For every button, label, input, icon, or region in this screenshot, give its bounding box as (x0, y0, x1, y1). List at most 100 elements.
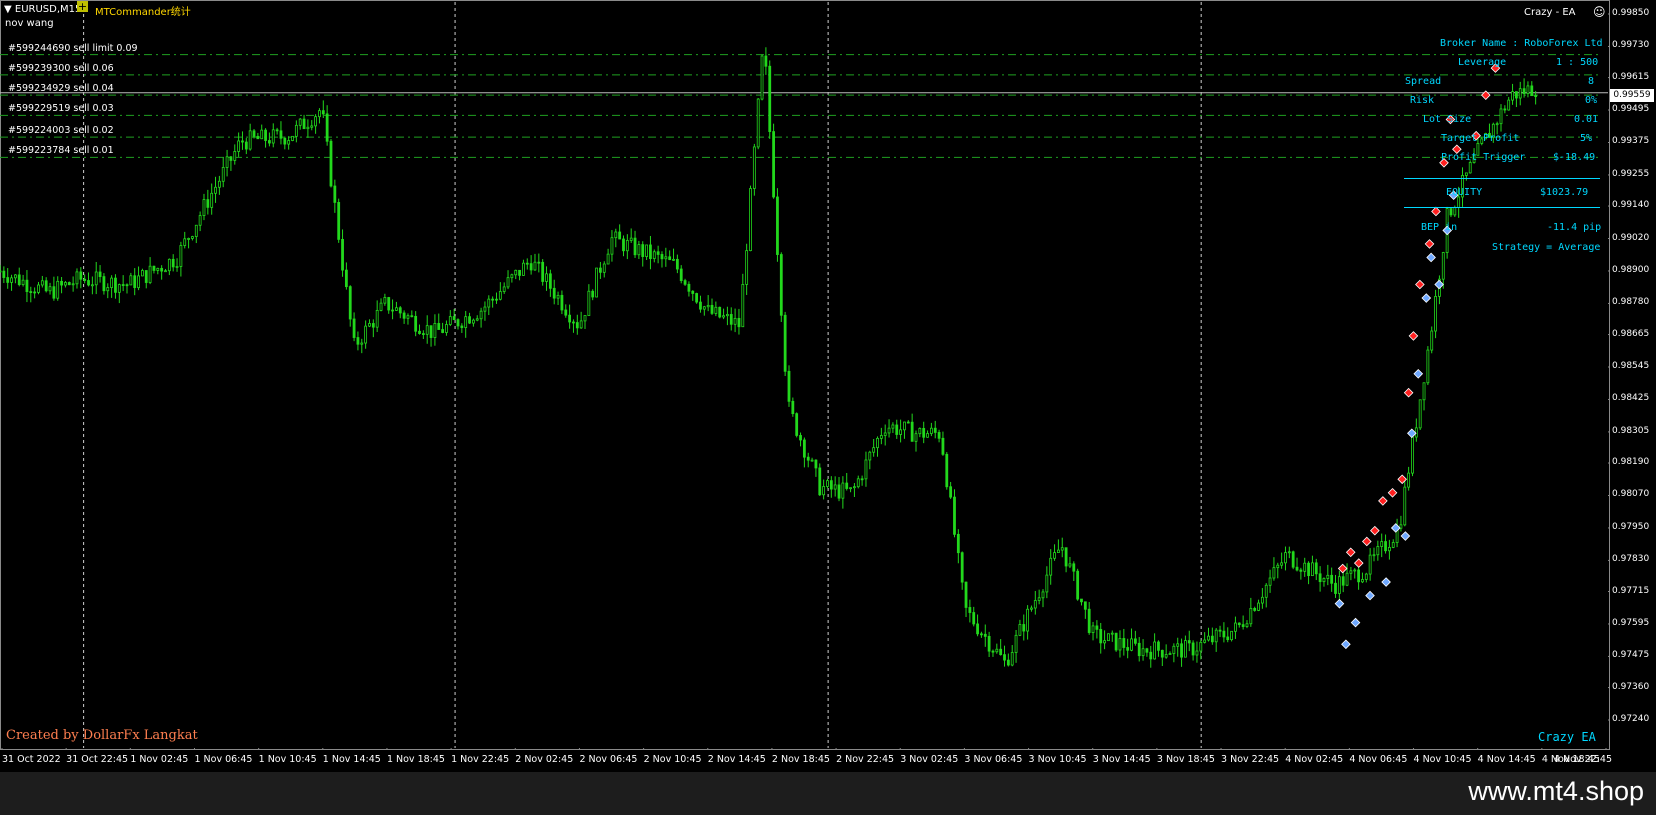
candle-body (1014, 634, 1018, 653)
candle-body (1168, 653, 1172, 655)
candle-body (675, 258, 679, 270)
candle-body (768, 65, 772, 132)
candle-body (887, 427, 891, 434)
candle-body (1284, 552, 1287, 564)
candle-body (40, 280, 44, 286)
candle-body (668, 256, 672, 261)
candle-body (1080, 598, 1083, 603)
candle-body (722, 315, 725, 318)
candle-body (244, 141, 248, 150)
candle-body (783, 314, 787, 372)
price-tick-label: 0.99375 (1612, 136, 1650, 147)
candle-body (252, 130, 256, 137)
candle-body (1072, 563, 1076, 572)
candle-body (510, 274, 514, 279)
candle-body (429, 325, 433, 338)
candle-body (1303, 562, 1307, 572)
candle-body (1141, 648, 1145, 657)
candle-body (29, 291, 33, 293)
candle-body (953, 496, 956, 535)
candle-body (1349, 570, 1353, 574)
candle-body (575, 322, 579, 329)
candle-body (1118, 638, 1122, 651)
candle-body (691, 290, 695, 294)
candle-body (1287, 551, 1291, 554)
candle-body (545, 273, 548, 282)
candle-body (1160, 649, 1164, 658)
candle-body (17, 274, 21, 286)
candle-body (167, 258, 171, 272)
sell-marker (1387, 487, 1398, 498)
candle-body (179, 245, 183, 267)
candle-body (922, 428, 926, 438)
candle-body (1049, 557, 1053, 576)
candle-body (960, 552, 964, 583)
candle-body (883, 432, 887, 436)
candle-body (826, 480, 829, 487)
candle-body (853, 486, 856, 489)
candle-body (402, 312, 406, 319)
candle-body (187, 238, 190, 240)
candle-body (1037, 597, 1041, 601)
candle-body (810, 459, 814, 462)
candle-body (564, 309, 568, 316)
lot-size-label: Lot Size (1423, 114, 1472, 125)
price-chart[interactable] (0, 0, 1610, 750)
candle-body (171, 258, 175, 268)
candle-body (383, 297, 387, 304)
candle-body (518, 269, 521, 276)
candle-body (1511, 91, 1514, 101)
candle-body (364, 325, 368, 344)
buy-marker (1341, 639, 1351, 650)
candle-body (1507, 99, 1511, 111)
candle-body (1376, 546, 1380, 556)
buy-marker (1350, 617, 1361, 628)
candle-body (541, 261, 545, 282)
sell-marker (1370, 525, 1380, 536)
target-profit-label: Target Profit (1441, 133, 1520, 144)
ea-watermark: Crazy EA (1538, 730, 1596, 744)
candle-body (1411, 436, 1414, 474)
candle-body (433, 323, 437, 338)
price-tick-label: 0.97950 (1612, 521, 1650, 532)
time-tick-label: 31 Oct 22:45 (66, 754, 129, 765)
candle-body (1353, 569, 1357, 572)
candle-body (175, 266, 179, 268)
candle-body (194, 224, 198, 237)
time-tick-label: 3 Nov 14:45 (1092, 754, 1151, 765)
candle-body (756, 98, 760, 148)
candle-body (1214, 629, 1218, 643)
candle-body (868, 451, 872, 461)
candle-body (1184, 640, 1187, 658)
candle-body (1345, 572, 1349, 586)
candle-body (679, 268, 683, 281)
candle-body (710, 304, 714, 314)
plus-icon[interactable]: + (77, 1, 88, 12)
candle-body (48, 286, 52, 292)
chart-window[interactable]: ▼ EURUSD,M15 + MTCommander统计 nov wang Cr… (0, 0, 1656, 772)
candle-body (375, 309, 379, 328)
candle-body (899, 429, 903, 435)
candle-body (191, 236, 194, 239)
buy-marker (1390, 523, 1401, 533)
candle-body (71, 283, 75, 286)
candle-body (1245, 623, 1249, 627)
equity-label: EQUITY (1446, 187, 1483, 198)
candle-body (25, 279, 29, 292)
candle-body (214, 186, 217, 194)
candle-body (310, 125, 314, 128)
candle-body (137, 275, 140, 289)
candle-body (1126, 647, 1130, 651)
candle-body (1299, 569, 1303, 572)
candle-body (1041, 591, 1045, 599)
price-tick-label: 0.97240 (1612, 714, 1650, 724)
candle-body (1149, 651, 1153, 660)
spread-value: 8 (1588, 76, 1595, 87)
candle-body (610, 237, 614, 255)
candle-body (779, 254, 783, 316)
candle-body (1295, 566, 1299, 571)
time-tick-label: 2 Nov 14:45 (707, 754, 766, 765)
symbol-label[interactable]: ▼ EURUSD,M15 (4, 4, 81, 15)
chevron-down-icon[interactable]: ▼ (4, 4, 12, 15)
candle-body (210, 192, 214, 208)
